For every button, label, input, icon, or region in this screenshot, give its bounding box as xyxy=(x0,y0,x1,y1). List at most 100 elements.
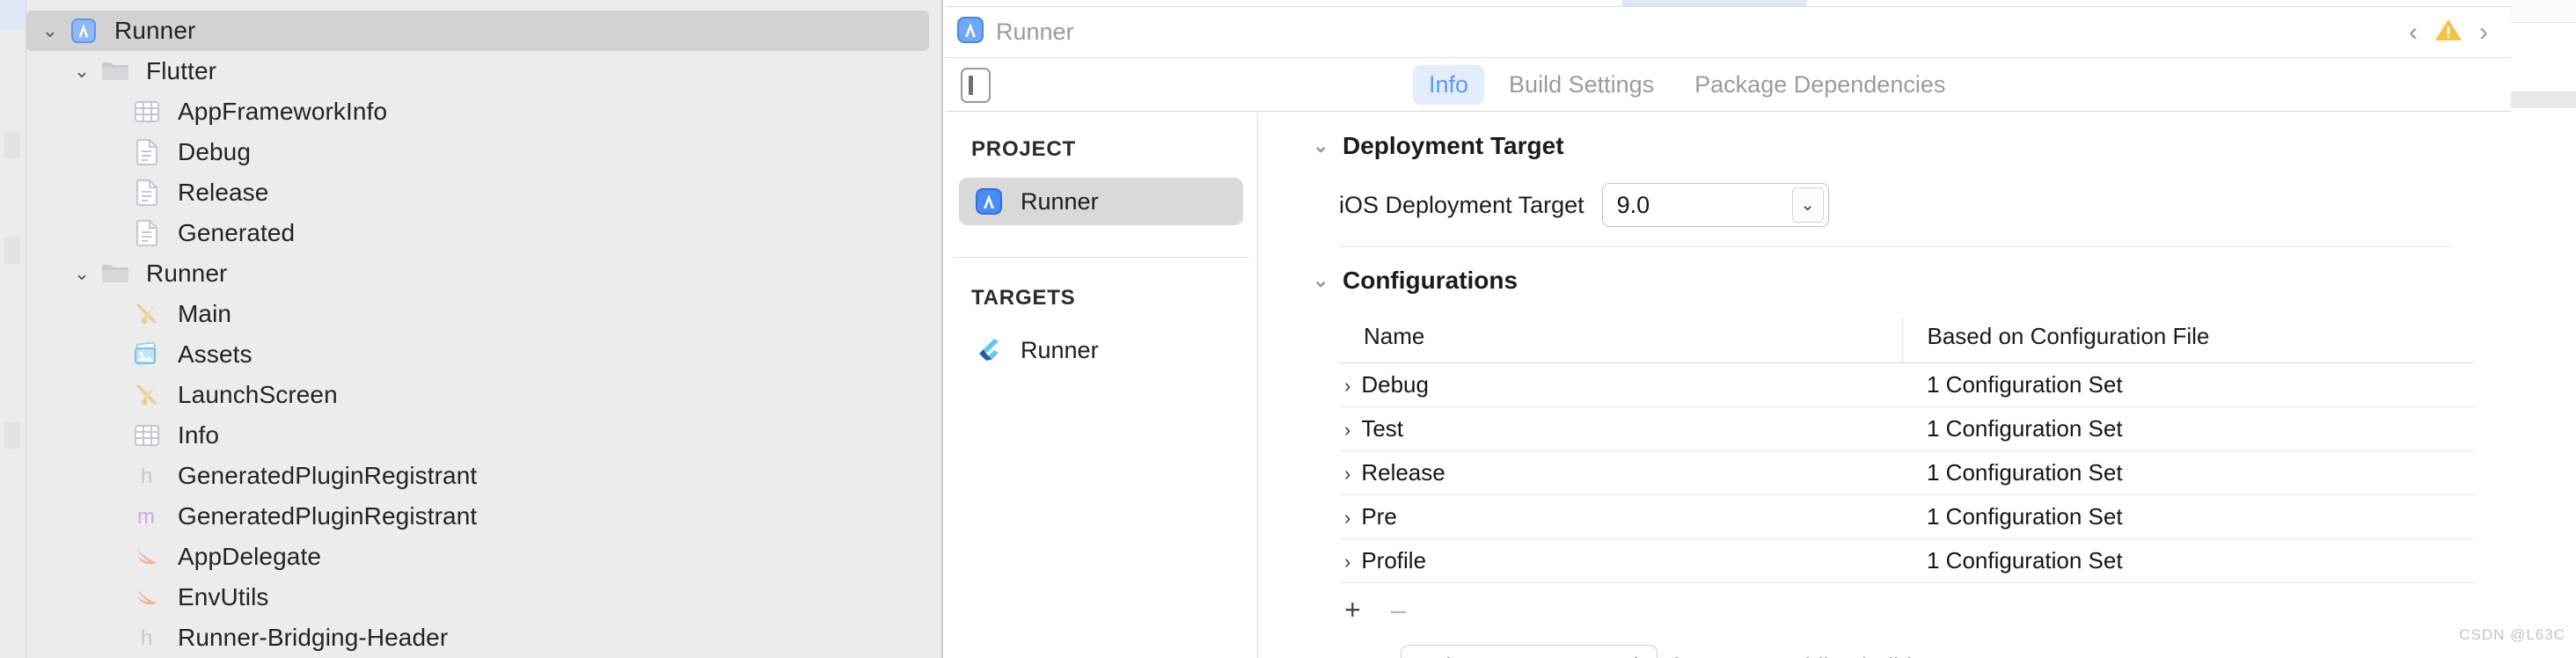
warning-triangle-icon[interactable] xyxy=(2428,17,2469,48)
ios-deployment-target-select[interactable]: 9.0 ⌄ xyxy=(1601,183,1829,227)
configuration-based-on-cell[interactable]: 1 Configuration Set xyxy=(1902,494,2474,539)
tree-item-generated[interactable]: Generated xyxy=(26,213,941,253)
table-row[interactable]: › Debug 1 Configuration Set xyxy=(1339,362,2474,407)
column-header-name[interactable]: Name xyxy=(1339,318,1902,363)
svg-text:m: m xyxy=(137,505,155,529)
chevron-down-icon[interactable]: ⌄ xyxy=(1313,135,1343,157)
target-item-label: Runner xyxy=(1021,336,1099,363)
add-configuration-button[interactable]: + xyxy=(1344,596,1361,624)
tree-item-label: Debug xyxy=(178,138,252,165)
configuration-name: Test xyxy=(1361,415,1404,442)
edge-band xyxy=(2511,0,2576,23)
tab-package-dependencies[interactable]: Package Dependencies xyxy=(1679,65,1961,105)
section-divider xyxy=(1339,246,2449,247)
tree-item-assets[interactable]: Assets xyxy=(26,334,941,375)
column-header-based-on[interactable]: Based on Configuration File xyxy=(1901,318,2474,363)
ios-deployment-target-label: iOS Deployment Target xyxy=(1339,191,1584,218)
command-line-build-row: Use Release ▲▼ for command-line builds xyxy=(1344,645,2511,658)
ios-deployment-target-value: 9.0 xyxy=(1616,191,1650,218)
editor-tabs: Info Build Settings Package Dependencies xyxy=(1413,65,1961,105)
editor-tab-active-peek[interactable] xyxy=(1622,0,1807,6)
tree-item-label: AppDelegate xyxy=(178,543,322,570)
tab-info[interactable]: Info xyxy=(1413,65,1485,105)
objc-file-icon: m xyxy=(128,501,165,532)
navigator-gutter xyxy=(0,0,26,658)
header-file-icon: h xyxy=(128,460,165,492)
project-item-runner[interactable]: Runner xyxy=(959,178,1243,225)
tree-item-appdelegate[interactable]: AppDelegate xyxy=(26,537,941,577)
plist-icon xyxy=(128,96,165,128)
tree-item-release[interactable]: Release xyxy=(26,172,941,213)
tree-item-info[interactable]: Info xyxy=(26,415,941,456)
chevron-down-icon[interactable]: ⌄ xyxy=(67,62,97,81)
config-file-icon xyxy=(128,136,165,168)
xcode-window: ⌄ Runner ⌄ Flutter AppFrameworkInfo Debug Rele… xyxy=(0,0,2576,658)
tree-item-generatedpluginregistrant[interactable]: h GeneratedPluginRegistrant xyxy=(26,456,941,496)
tree-item-appframeworkinfo[interactable]: AppFrameworkInfo xyxy=(26,91,941,132)
configuration-name-cell[interactable]: › Profile xyxy=(1339,538,1902,583)
configuration-based-on-cell[interactable]: 1 Configuration Set xyxy=(1902,406,2474,451)
chevron-down-icon[interactable]: ⌄ xyxy=(35,21,65,40)
tree-item-debug[interactable]: Debug xyxy=(26,132,941,172)
sidebar-toggle-icon[interactable] xyxy=(961,67,991,103)
configuration-name-cell[interactable]: › Release xyxy=(1339,450,1902,495)
configuration-name: Pre xyxy=(1361,503,1397,530)
tree-item-label: Flutter xyxy=(146,57,217,84)
tree-item-runner[interactable]: ⌄ Runner xyxy=(26,11,929,51)
tree-item-launchscreen[interactable]: LaunchScreen xyxy=(26,375,941,415)
configuration-name-cell[interactable]: › Pre xyxy=(1339,494,1902,539)
tree-item-label: Runner xyxy=(146,260,228,287)
chevron-right-icon[interactable]: › xyxy=(1344,551,1350,573)
watermark: CSDN @L63C xyxy=(2459,626,2565,643)
info-detail-pane: ⌄ Deployment Target iOS Deployment Targe… xyxy=(1258,113,2511,658)
chevron-right-icon[interactable]: › xyxy=(1344,507,1350,529)
tree-item-runner-bridging-header[interactable]: h Runner-Bridging-Header xyxy=(26,618,941,658)
chevron-down-icon[interactable]: ⌄ xyxy=(67,264,97,283)
breadcrumb-project[interactable]: Runner xyxy=(996,18,1074,46)
folder-icon xyxy=(97,55,134,87)
chevron-right-icon[interactable]: › xyxy=(2469,18,2499,48)
tree-item-main[interactable]: Main xyxy=(26,294,941,334)
xcode-project-icon xyxy=(957,17,984,48)
tab-build-settings[interactable]: Build Settings xyxy=(1493,65,1670,105)
tree-item-flutter[interactable]: ⌄ Flutter xyxy=(26,51,941,91)
tree-item-runner[interactable]: ⌄ Runner xyxy=(26,253,941,294)
configuration-based-on-cell[interactable]: 1 Configuration Set xyxy=(1902,450,2474,495)
storyboard-icon xyxy=(128,298,165,330)
chevron-right-icon[interactable]: › xyxy=(1344,375,1350,397)
table-row[interactable]: › Test 1 Configuration Set xyxy=(1339,406,2474,451)
configuration-name-cell[interactable]: › Test xyxy=(1339,406,1902,451)
table-row[interactable]: › Profile 1 Configuration Set xyxy=(1339,538,2474,583)
table-row[interactable]: › Pre 1 Configuration Set xyxy=(1339,494,2474,539)
configurations-group-header[interactable]: ⌄ Configurations xyxy=(1313,267,2511,295)
command-line-configuration-select[interactable]: Release ▲▼ xyxy=(1401,645,1658,658)
tree-item-envutils[interactable]: EnvUtils xyxy=(26,577,941,618)
configuration-name-cell[interactable]: › Debug xyxy=(1339,362,1902,407)
chevron-down-icon[interactable]: ⌄ xyxy=(1313,269,1343,292)
configuration-based-on-cell[interactable]: 1 Configuration Set xyxy=(1902,362,2474,407)
tree-item-label: GeneratedPluginRegistrant xyxy=(178,502,478,530)
plist-icon xyxy=(128,420,165,451)
table-header-row: Name Based on Configuration File xyxy=(1339,318,2474,363)
deployment-target-group-header[interactable]: ⌄ Deployment Target xyxy=(1313,132,2511,160)
chevron-right-icon[interactable]: › xyxy=(1344,419,1350,441)
stepper-chevrons-icon[interactable]: ▲▼ xyxy=(1629,646,1643,658)
xcode-project-icon xyxy=(971,188,1006,215)
chevron-down-icon[interactable]: ⌄ xyxy=(1791,187,1824,223)
editor-body: PROJECT Runner TARGETS Runner ⌄ Deployme… xyxy=(945,113,2511,658)
tree-item-label: Runner xyxy=(114,17,196,44)
chevron-right-icon[interactable]: › xyxy=(1344,463,1350,485)
gutter-top-highlight xyxy=(0,0,26,30)
tree-item-generatedpluginregistrant[interactable]: m GeneratedPluginRegistrant xyxy=(26,496,941,537)
target-item-runner[interactable]: Runner xyxy=(959,326,1243,374)
swift-file-icon xyxy=(128,541,165,573)
folder-icon xyxy=(97,258,134,289)
configuration-based-on-cell[interactable]: 1 Configuration Set xyxy=(1902,538,2474,583)
tree-item-label: Assets xyxy=(178,340,252,368)
config-file-icon xyxy=(128,217,165,249)
chevron-left-icon[interactable]: ‹ xyxy=(2398,18,2428,48)
remove-configuration-button[interactable]: – xyxy=(1391,596,1407,624)
table-row[interactable]: › Release 1 Configuration Set xyxy=(1339,450,2474,495)
file-tree: ⌄ Runner ⌄ Flutter AppFrameworkInfo Debug Rele… xyxy=(26,11,941,658)
deployment-target-title: Deployment Target xyxy=(1343,132,1564,159)
